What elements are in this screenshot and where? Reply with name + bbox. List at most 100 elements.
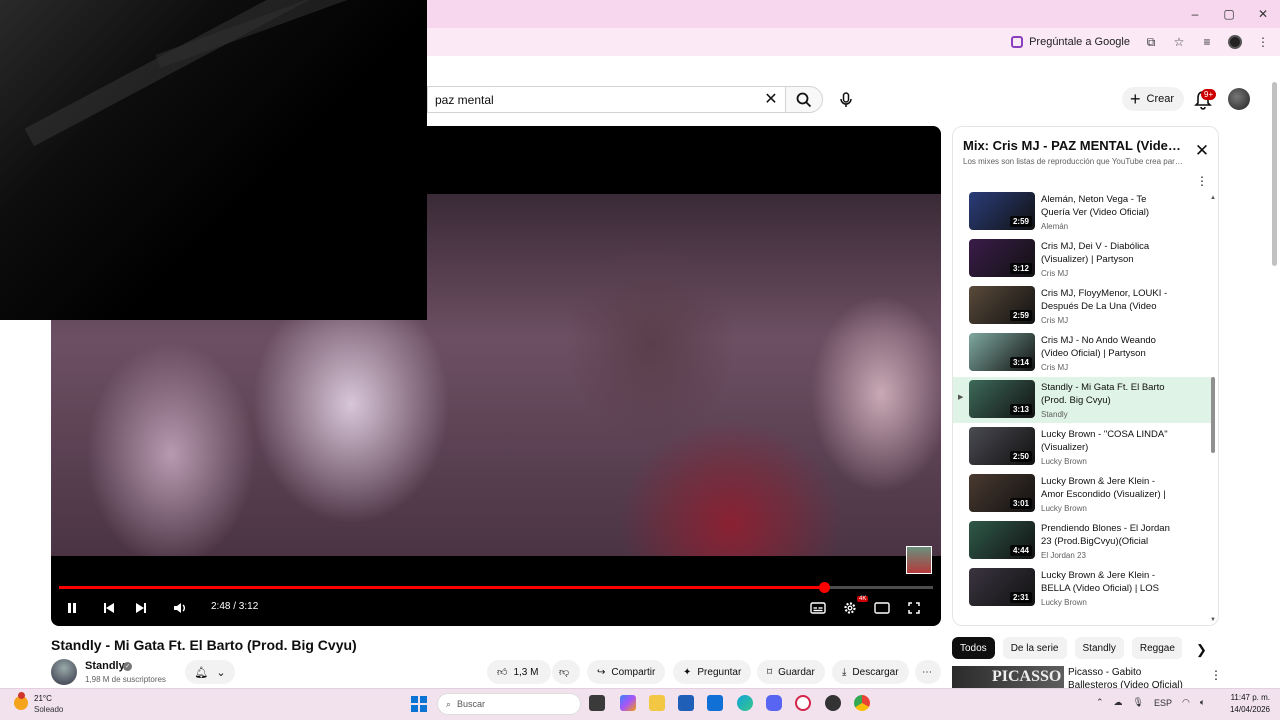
pause-button[interactable] (61, 597, 83, 619)
next-button[interactable] (130, 597, 152, 619)
playlist-item[interactable]: 2:59 Cris MJ, FloyyMenor, LOUKI - Después… (953, 283, 1211, 329)
recommendation-menu-icon[interactable]: ⋮ (1210, 668, 1222, 682)
fullscreen-button[interactable] (903, 597, 925, 619)
save-button[interactable]: ⌑ Guardar (757, 660, 825, 684)
recommendation-title[interactable]: Picasso - Gabito Ballesteros (Video Ofic… (1068, 666, 1193, 688)
page-scrollbar[interactable] (1272, 82, 1277, 266)
playlist-item-thumbnail[interactable]: 3:13 (969, 380, 1035, 418)
playlist-item-title[interactable]: Alemán, Neton Vega - Te Quería Ver (Vide… (1041, 193, 1176, 219)
progress-scrubber[interactable] (818, 582, 830, 593)
progress-bar[interactable] (59, 582, 933, 593)
playlist-item-title[interactable]: Cris MJ, Dei V - Diabólica (Visualizer) … (1041, 240, 1176, 266)
file-explorer-icon[interactable] (649, 695, 665, 711)
playlist-item-thumbnail[interactable]: 3:01 (969, 474, 1035, 512)
previous-button[interactable] (98, 597, 120, 619)
weather-description[interactable]: Soleado (34, 705, 63, 714)
user-avatar[interactable] (1228, 88, 1250, 110)
media-control-icon[interactable]: ≡ (1200, 35, 1214, 49)
taskbar-search[interactable]: ⌕ Buscar (437, 693, 581, 715)
chrome-icon[interactable] (854, 695, 870, 711)
minimize-button[interactable]: – (1178, 0, 1212, 28)
create-button[interactable]: + Crear (1122, 87, 1185, 111)
playlist-item[interactable]: 3:12 Cris MJ, Dei V - Diabólica (Visualiz… (953, 236, 1211, 282)
edge-icon[interactable] (737, 695, 753, 711)
playlist-item[interactable]: 2:50 Lucky Brown - "COSA LINDA" (Visualiz… (953, 424, 1211, 470)
search-input[interactable] (428, 92, 748, 107)
playlist-item[interactable]: 3:01 Lucky Brown & Jere Klein - Amor Esco… (953, 471, 1211, 517)
volume-button[interactable] (169, 597, 191, 619)
chip-from-series[interactable]: De la serie (1002, 637, 1067, 659)
wifi-icon[interactable]: ◠ (1182, 697, 1190, 708)
theater-mode-button[interactable] (871, 597, 893, 619)
dislike-button[interactable]: 👎︎ (552, 660, 580, 684)
playlist-item-thumbnail[interactable]: 3:14 (969, 333, 1035, 371)
playlist-item-title[interactable]: Lucky Brown & Jere Klein - Amor Escondid… (1041, 475, 1176, 501)
chip-reggae[interactable]: Reggae (1131, 637, 1182, 659)
chip-all[interactable]: Todos (952, 637, 995, 659)
more-actions-button[interactable]: ⋯ (915, 660, 941, 684)
maximize-button[interactable]: ▢ (1212, 0, 1246, 28)
download-button[interactable]: ⤓ Descargar (832, 660, 909, 684)
profile-icon[interactable] (1228, 35, 1242, 49)
playlist-item-title[interactable]: Lucky Brown & Jere Klein - BELLA (Video … (1041, 569, 1176, 595)
mic-tray-icon[interactable]: 🎙︎ (1133, 697, 1144, 708)
search-button[interactable] (785, 86, 823, 113)
channel-avatar[interactable] (51, 659, 77, 685)
playlist-item[interactable]: 4:44 Prendiendo Blones - El Jordan 23 (Pr… (953, 518, 1211, 564)
close-playlist-icon[interactable]: ✕ (1194, 141, 1210, 160)
copilot-icon[interactable] (620, 695, 636, 711)
playlist-item-title[interactable]: Standly - Mi Gata Ft. El Barto (Prod. Bi… (1041, 381, 1176, 407)
playlist-item-thumbnail[interactable]: 2:50 (969, 427, 1035, 465)
playlist-item-title[interactable]: Cris MJ, FloyyMenor, LOUKI - Después De … (1041, 287, 1176, 313)
overlay-window[interactable] (0, 0, 427, 320)
tray-chevron-up-icon[interactable]: ⌃ (1096, 697, 1104, 708)
playlist-item-thumbnail[interactable]: 2:59 (969, 192, 1035, 230)
install-icon[interactable]: ⧉ (1144, 35, 1158, 49)
bookmark-star-icon[interactable]: ☆ (1172, 35, 1186, 49)
recommendation-thumbnail[interactable]: PICASSO (952, 666, 1064, 688)
ask-google-button[interactable]: Pregúntale a Google (1011, 36, 1130, 48)
weather-temperature[interactable]: 21°C (34, 694, 52, 703)
clock-date[interactable]: 14/04/2026 (1222, 705, 1270, 714)
playlist-item-title[interactable]: Cris MJ - No Ando Weando (Video Oficial)… (1041, 334, 1176, 360)
playlist-item[interactable]: 2:31 Lucky Brown & Jere Klein - BELLA (Vi… (953, 565, 1211, 611)
ask-label: Preguntar (697, 666, 742, 678)
playlist-scrollbar[interactable] (1211, 377, 1215, 453)
playlist-item[interactable]: 2:59 Alemán, Neton Vega - Te Quería Ver (… (953, 189, 1211, 235)
scroll-up-arrow-icon[interactable]: ▲ (1210, 195, 1216, 201)
subtitles-button[interactable] (807, 597, 829, 619)
opera-icon[interactable] (795, 695, 811, 711)
store-icon[interactable] (678, 695, 694, 711)
voice-search-button[interactable] (832, 86, 860, 114)
share-button[interactable]: ↪ Compartir (587, 660, 666, 684)
windows-start-icon[interactable] (411, 696, 427, 712)
playlist-item-thumbnail[interactable]: 4:44 (969, 521, 1035, 559)
chip-standly[interactable]: Standly (1074, 637, 1124, 659)
speaker-icon[interactable]: 🔈︎ (1200, 697, 1205, 708)
playlist-item-thumbnail[interactable]: 3:12 (969, 239, 1035, 277)
playlist-title[interactable]: Mix: Cris MJ - PAZ MENTAL (Video Oficial… (963, 138, 1183, 153)
subscription-bell-button[interactable]: 🔔︎ ⌄ (185, 660, 235, 684)
close-window-button[interactable]: ✕ (1246, 0, 1280, 28)
playlist-item-title[interactable]: Lucky Brown - "COSA LINDA" (Visualizer) (1041, 428, 1176, 454)
playlist-item[interactable]: ▶ 3:13 Standly - Mi Gata Ft. El Barto (Pro… (953, 377, 1211, 423)
chevron-right-icon[interactable]: ❯ (1196, 642, 1207, 658)
playlist-item-thumbnail[interactable]: 2:59 (969, 286, 1035, 324)
playlist-item-title[interactable]: Prendiendo Blones - El Jordan 23 (Prod.B… (1041, 522, 1176, 548)
task-view-icon[interactable] (589, 695, 605, 711)
playlist-item-thumbnail[interactable]: 2:31 (969, 568, 1035, 606)
browser-menu-icon[interactable]: ⋮ (1256, 35, 1270, 49)
outlook-icon[interactable] (707, 695, 723, 711)
clear-search-icon[interactable]: ✕ (762, 90, 780, 108)
clock-time[interactable]: 11:47 p. m. (1226, 693, 1270, 702)
channel-name[interactable]: Standly (85, 660, 125, 672)
language-indicator[interactable]: ESP (1154, 698, 1172, 708)
discord-icon[interactable] (766, 695, 782, 711)
network-icon[interactable]: ☁ (1114, 697, 1123, 708)
playlist-menu-icon[interactable]: ⋮ (1196, 173, 1208, 189)
ask-button[interactable]: ✦ Preguntar (673, 660, 752, 684)
scroll-down-arrow-icon[interactable]: ▼ (1210, 617, 1216, 623)
app-icon[interactable] (825, 695, 841, 711)
like-button[interactable]: 👍︎ 1,3 M (487, 660, 551, 684)
playlist-item[interactable]: 3:14 Cris MJ - No Ando Weando (Video Ofic… (953, 330, 1211, 376)
